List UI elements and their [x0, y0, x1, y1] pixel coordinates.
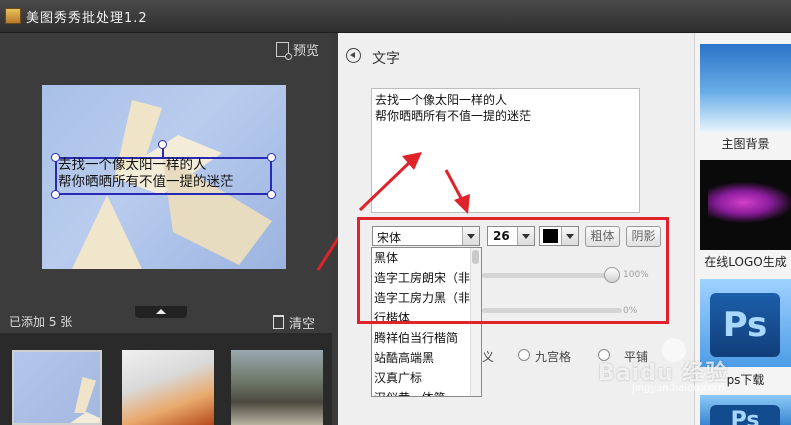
template-label: 在线LOGO生成: [704, 255, 787, 269]
font-option[interactable]: 腾祥伯当行楷简: [372, 328, 472, 348]
template-label: 主图背景: [721, 137, 770, 151]
resize-handle-bottom-right[interactable]: [267, 190, 276, 199]
clear-label: 清空: [289, 317, 316, 332]
radio-nine-grid-label: 九宫格: [535, 350, 572, 364]
rotate-handle[interactable]: [158, 140, 167, 149]
thumbnail-street[interactable]: [231, 350, 323, 425]
panel-title: 文字: [372, 51, 400, 67]
app-icon: [5, 8, 21, 24]
back-arrow-icon[interactable]: [346, 48, 361, 63]
font-option[interactable]: 汉仪黄...体简: [372, 388, 472, 396]
app-title: 美图秀秀批处理1.2: [26, 11, 148, 26]
annotation-arrows: [358, 152, 470, 214]
custom-position-label: 义: [482, 350, 495, 364]
clear-button[interactable]: 清空: [273, 313, 315, 332]
collapse-toggle-button[interactable]: [135, 306, 187, 318]
radio-nine-grid[interactable]: [518, 349, 530, 361]
logo-art: [708, 180, 791, 225]
trash-icon: [273, 315, 284, 329]
font-option[interactable]: 汉真广标: [372, 368, 472, 388]
canvas-text-line: 去找一个像太阳一样的人: [58, 157, 207, 173]
canvas-text: 去找一个像太阳一样的人 帮你晒晒所有不值一提的迷茫: [58, 157, 272, 191]
template-ps-download[interactable]: Ps: [700, 279, 791, 367]
origami-crane-tail: [72, 195, 142, 269]
watermark-url: jingyan.baidu.com: [632, 383, 725, 394]
thumbnail-book[interactable]: [122, 350, 214, 425]
template-main-background[interactable]: [700, 44, 791, 132]
resize-handle-bottom-left[interactable]: [51, 190, 60, 199]
preview-button[interactable]: 预览: [276, 40, 320, 60]
thumbnail-crane-body: [54, 412, 100, 423]
canvas-text-line: 帮你晒晒所有不值一提的迷茫: [58, 174, 234, 190]
thumbnail-crane-neck: [74, 377, 96, 413]
thumbnail-crane[interactable]: [12, 350, 102, 425]
ps-logo: Ps: [710, 293, 780, 357]
preview-icon: [276, 42, 292, 60]
template-online-logo[interactable]: [700, 160, 791, 250]
template-next[interactable]: Ps: [700, 395, 791, 425]
preview-label: 预览: [293, 44, 320, 59]
annotation-highlight-box: [357, 217, 669, 324]
ps-logo: Ps: [710, 405, 780, 425]
font-option[interactable]: 站酷高端黑: [372, 348, 472, 368]
added-count-label: 已添加 5 张: [9, 315, 73, 329]
